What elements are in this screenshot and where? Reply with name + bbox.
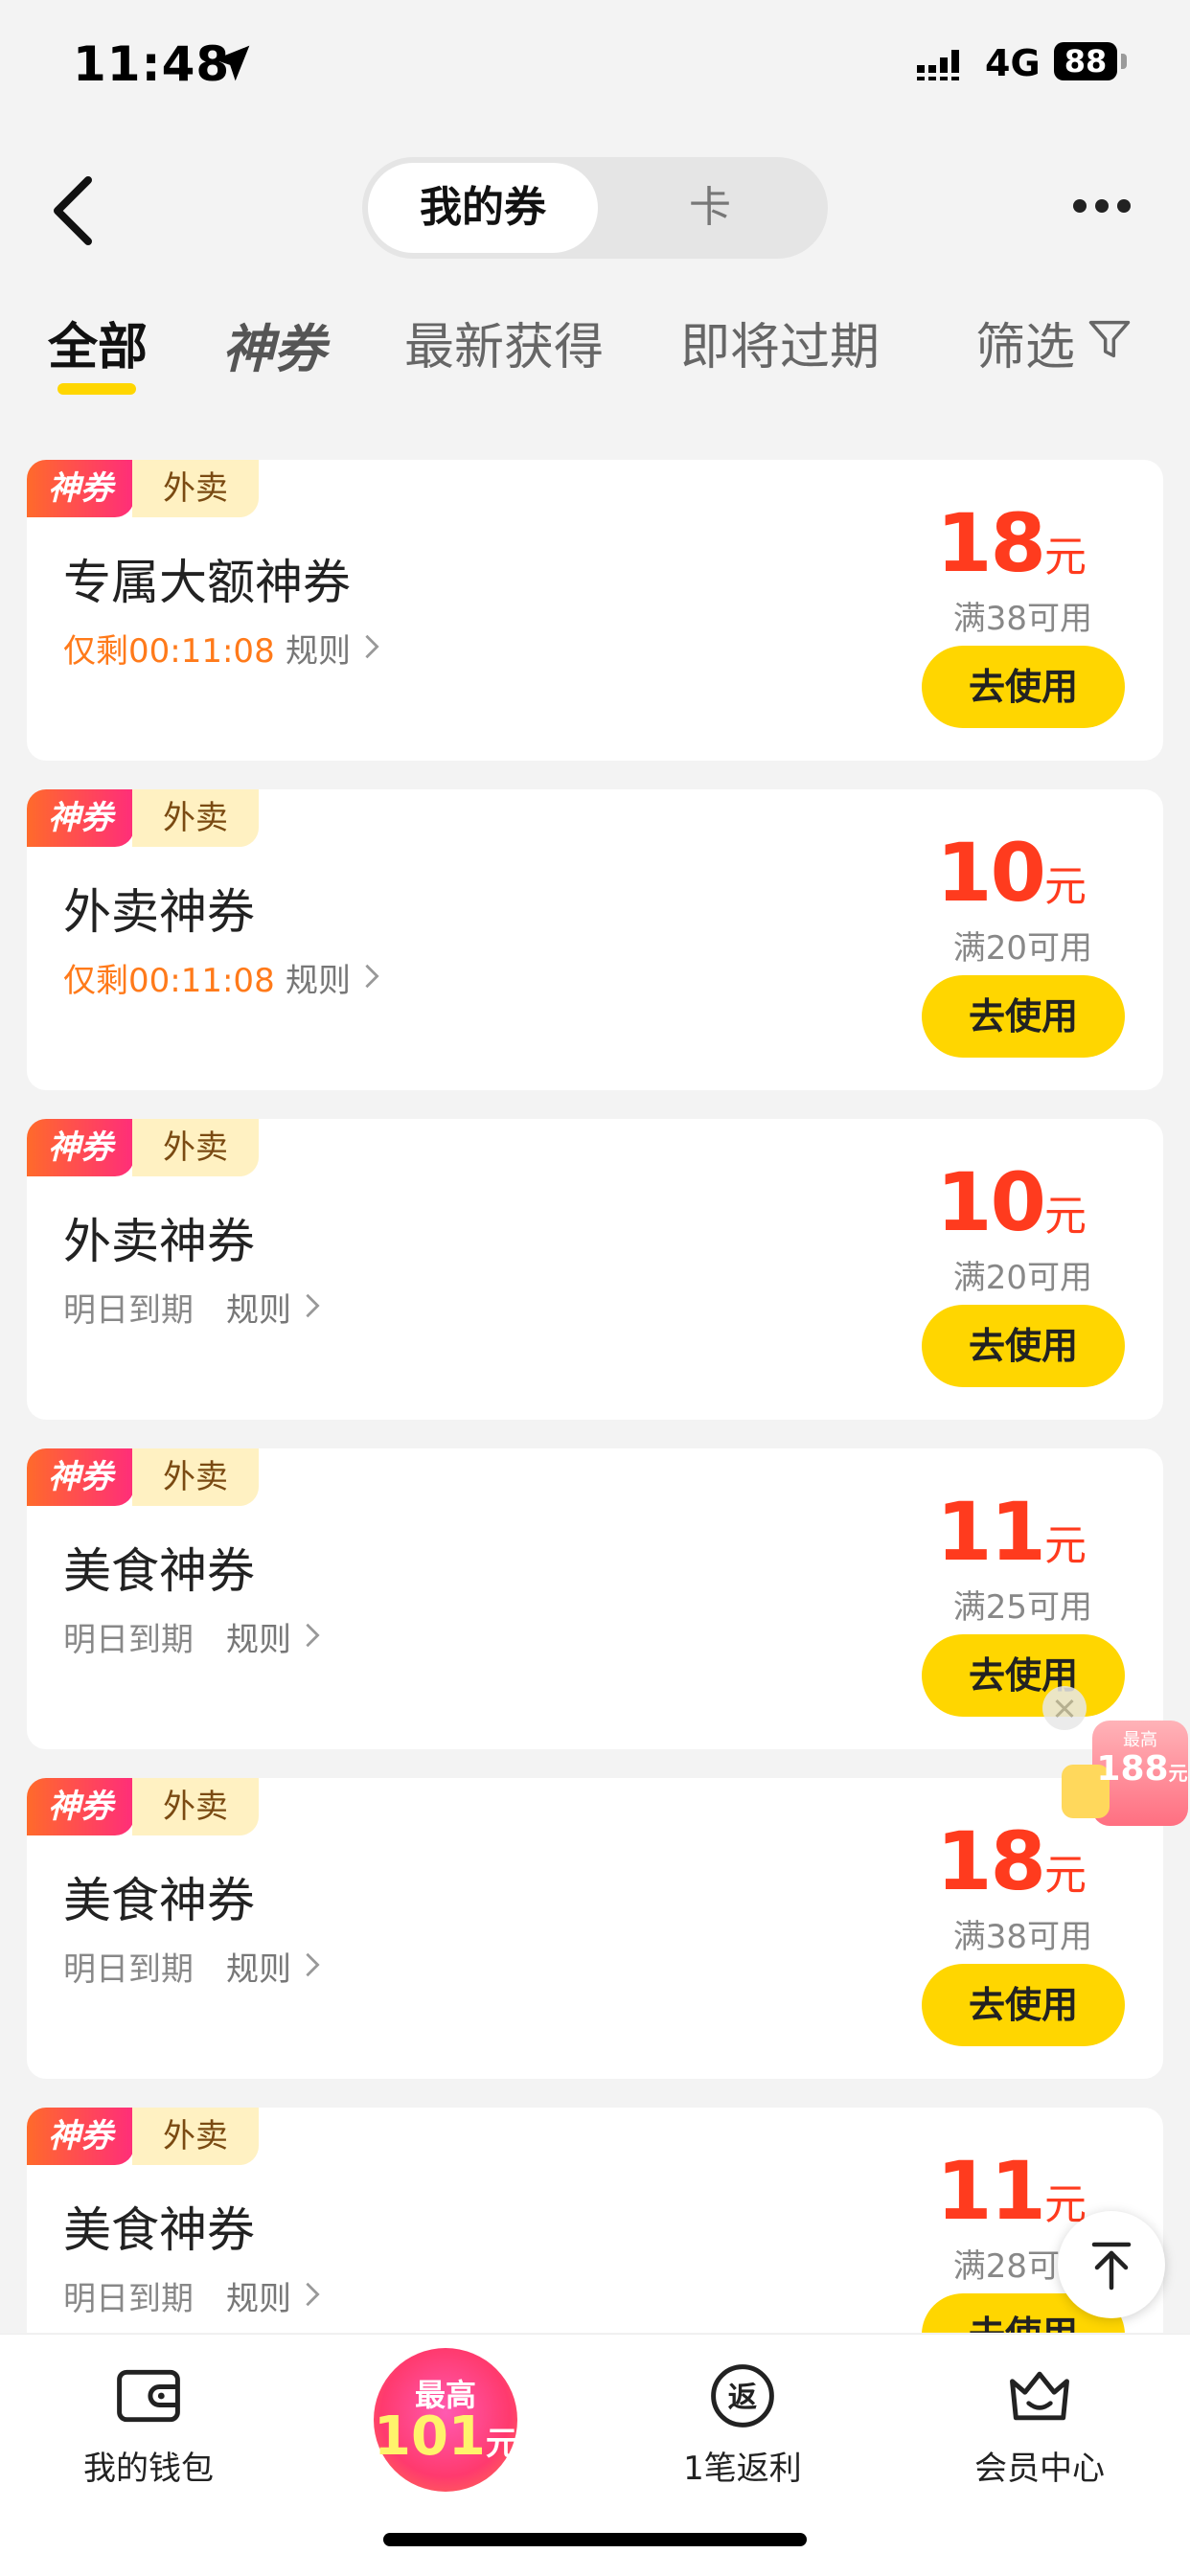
wallet-icon [117,2369,180,2423]
rule-link[interactable]: 规则 [226,1613,291,1660]
use-button[interactable]: 去使用 [922,646,1125,728]
filter-icon[interactable] [1085,314,1134,364]
network-label: 4G [985,42,1041,84]
rule-link[interactable]: 规则 [226,1943,291,1990]
expire-text: 明日到期 [63,1621,194,1659]
rule-link[interactable]: 规则 [226,1284,291,1331]
chevron-right-icon [306,1293,320,1318]
crown-icon [1010,2371,1069,2421]
chevron-right-icon [306,2282,320,2307]
bottom-promo-button[interactable]: 最高 101元 [374,2348,518,2492]
shen-coupon-tag: 神券 [27,1778,134,1835]
shen-coupon-tag: 神券 [27,789,134,847]
coupon-title: 专属大额神券 [63,555,351,610]
shen-coupon-tag: 神券 [27,460,134,517]
coupon-title: 外卖神券 [63,1214,255,1269]
category-tag: 外卖 [132,1778,259,1835]
coupon-card: 神券 外卖 外卖神券 明日到期 规则 10元 满20可用 去使用 [27,1119,1163,1420]
status-time: 11:48 [73,36,231,92]
coupon-title: 外卖神券 [63,884,255,940]
category-tag: 外卖 [132,460,259,517]
coupon-card: 神券 外卖 美食神券 明日到期 规则 18元 满38可用 去使用 [27,1778,1163,2079]
chevron-right-icon [306,1623,320,1648]
nav-member-center[interactable]: 会员中心 [929,2359,1150,2489]
use-button[interactable]: 去使用 [922,1964,1125,2046]
expire-text: 明日到期 [63,2280,194,2318]
chevron-right-icon [306,1952,320,1977]
coupon-amount: 18元 [936,1814,1087,1908]
segment-control: 我的券 卡 [362,157,828,259]
coupon-card: 神券 外卖 外卖神券 仅剩00:11:08 规则 10元 满20可用 去使用 [27,789,1163,1090]
expire-text: 明日到期 [63,1291,194,1330]
coupon-title: 美食神券 [63,1543,255,1599]
coupon-amount: 10元 [936,826,1087,920]
tab-newest[interactable]: 最新获得 [404,307,604,378]
category-tag: 外卖 [132,1448,259,1506]
rule-link[interactable]: 规则 [286,625,351,672]
category-tag: 外卖 [132,2108,259,2165]
coupon-amount: 10元 [936,1155,1087,1249]
coupon-amount: 11元 [936,1485,1087,1579]
segment-cards[interactable]: 卡 [598,163,822,253]
coupon-title: 美食神券 [63,1873,255,1928]
battery-tip [1121,54,1127,69]
back-to-top-button[interactable] [1058,2211,1165,2318]
coupon-card: 神券 外卖 专属大额神券 仅剩00:11:08 规则 18元 满38可用 去使用 [27,460,1163,761]
chevron-right-icon [365,964,379,989]
category-tag: 外卖 [132,1119,259,1176]
use-button[interactable]: 去使用 [922,975,1125,1058]
nav-wallet-label: 我的钱包 [83,2450,214,2488]
expire-text: 仅剩00:11:08 [63,632,275,671]
coupon-card: 神券 外卖 美食神券 明日到期 规则 11元 满28可用 去使用 [27,2108,1163,2333]
expire-text: 仅剩00:11:08 [63,962,275,1000]
coupon-list: 神券 外卖 专属大额神券 仅剩00:11:08 规则 18元 满38可用 去使用… [0,460,1190,2333]
arrow-up-icon [1091,2242,1132,2291]
nav-member-label: 会员中心 [974,2450,1105,2488]
more-button[interactable] [1073,195,1131,218]
coupon-amount: 11元 [936,2144,1087,2238]
location-arrow-icon [214,45,250,81]
use-button[interactable]: 去使用 [922,1305,1125,1387]
category-tag: 外卖 [132,789,259,847]
back-button[interactable] [46,172,103,249]
coupon-amount: 18元 [936,496,1087,590]
tab-shen-coupon[interactable]: 神券 [222,307,326,382]
rule-link[interactable]: 规则 [226,2272,291,2319]
coupon-condition: 满20可用 [952,929,1092,968]
coupon-condition: 满25可用 [952,1588,1092,1627]
svg-text:返: 返 [728,2381,758,2414]
signal-icon [917,50,959,80]
nav-rebate-label: 1笔返利 [683,2450,802,2488]
tab-expiring[interactable]: 即将过期 [680,307,880,378]
expire-text: 明日到期 [63,1950,194,1989]
use-button[interactable]: 去使用 [922,1634,1125,1717]
promo-float-top: 最高 [1123,1730,1157,1750]
coupon-condition: 满38可用 [952,1918,1092,1956]
shen-coupon-tag: 神券 [27,1448,134,1506]
segment-my-coupons[interactable]: 我的券 [368,163,598,253]
tab-all[interactable]: 全部 [48,307,148,378]
tab-active-indicator [57,383,136,395]
promo-float-value: 188元 [1096,1749,1188,1789]
battery-icon: 88 [1054,42,1117,80]
coupon-title: 美食神券 [63,2202,255,2258]
close-icon[interactable] [1042,1686,1087,1730]
coupon-condition: 满20可用 [952,1259,1092,1297]
rule-link[interactable]: 规则 [286,954,351,1001]
status-bar: 11:48 4G 88 [0,0,1190,134]
bottom-promo-value: 101元 [374,2405,518,2468]
shen-coupon-tag: 神券 [27,1119,134,1176]
nav-wallet[interactable]: 我的钱包 [38,2359,259,2489]
coupon-card: 神券 外卖 美食神券 明日到期 规则 11元 满25可用 去使用 [27,1448,1163,1749]
home-indicator [383,2533,807,2546]
tab-filter[interactable]: 筛选 [975,307,1075,378]
nav-rebate[interactable]: 返 1笔返利 [632,2359,853,2489]
coupon-condition: 满38可用 [952,600,1092,638]
rebate-icon: 返 [711,2364,774,2428]
chevron-right-icon [365,634,379,659]
shen-coupon-tag: 神券 [27,2108,134,2165]
